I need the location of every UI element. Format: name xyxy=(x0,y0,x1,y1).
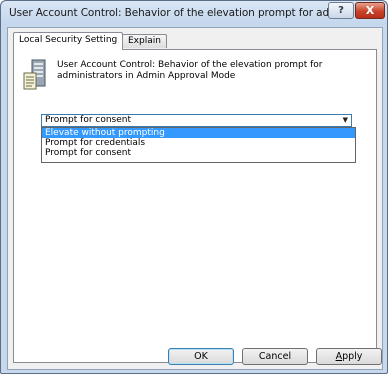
policy-description: User Account Control: Behavior of the el… xyxy=(57,60,323,81)
tab-local-security-setting[interactable]: Local Security Setting xyxy=(13,32,124,50)
dropdown-option-prompt-for-consent[interactable]: Prompt for consent xyxy=(42,148,355,158)
ok-button[interactable]: OK xyxy=(168,348,234,365)
title-bar[interactable]: User Account Control: Behavior of the el… xyxy=(1,1,387,25)
dialog-window: User Account Control: Behavior of the el… xyxy=(0,0,388,374)
apply-button-label: pply xyxy=(342,351,363,362)
dropdown-option-elevate-without-prompting[interactable]: Elevate without prompting xyxy=(42,128,355,138)
apply-button[interactable]: Apply xyxy=(316,348,382,365)
tab-explain[interactable]: Explain xyxy=(122,34,167,48)
window-title: User Account Control: Behavior of the el… xyxy=(9,7,339,19)
help-button[interactable]: ? xyxy=(328,2,354,19)
dropdown-selected-value: Prompt for consent xyxy=(45,115,132,125)
server-policy-icon xyxy=(23,59,46,90)
chevron-down-icon[interactable]: ▼ xyxy=(343,115,348,126)
close-button[interactable]: X xyxy=(355,2,385,19)
dropdown-options-list: Elevate without prompting Prompt for cre… xyxy=(41,127,356,163)
dialog-client-area: Explain Local Security Setting User Acco… xyxy=(7,27,383,370)
setting-dropdown[interactable]: Prompt for consent ▼ xyxy=(41,114,352,127)
cancel-button[interactable]: Cancel xyxy=(242,348,308,365)
tab-panel: User Account Control: Behavior of the el… xyxy=(13,49,377,363)
dropdown-option-prompt-for-credentials[interactable]: Prompt for credentials xyxy=(42,138,355,148)
